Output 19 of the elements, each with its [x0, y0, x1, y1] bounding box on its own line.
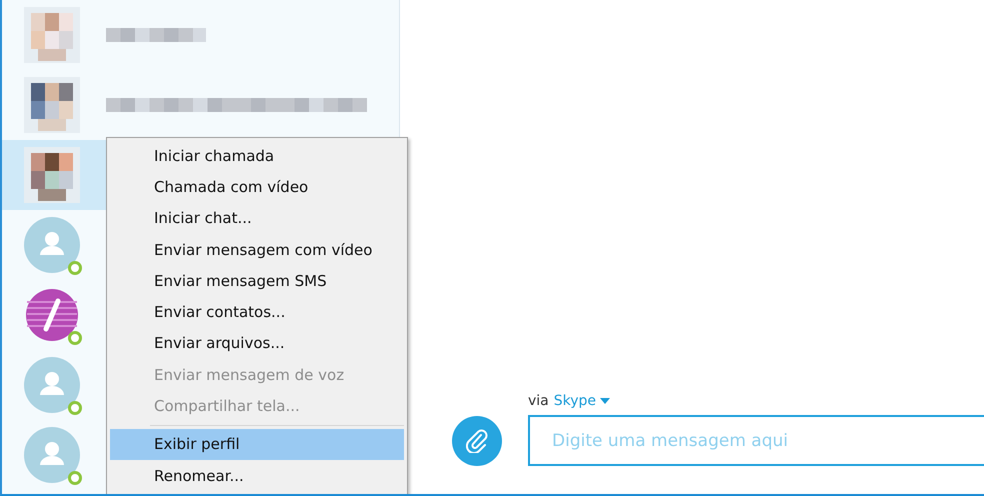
menu-item[interactable]: Iniciar chat...: [110, 202, 404, 234]
menu-item[interactable]: Enviar mensagem SMS: [110, 265, 404, 296]
avatar-icon: [24, 287, 80, 343]
via-label: via: [528, 393, 549, 409]
contact-item[interactable]: [2, 140, 106, 210]
avatar-icon: [24, 217, 80, 273]
attach-button[interactable]: [452, 416, 502, 466]
menu-item[interactable]: Exibir perfil: [110, 428, 404, 460]
paperclip-icon: [466, 428, 488, 452]
caret-icon: [600, 398, 610, 404]
menu-item[interactable]: Enviar contatos...: [110, 296, 404, 328]
avatar-icon: [24, 427, 80, 483]
avatar-icon: [24, 357, 80, 413]
menu-item[interactable]: Enviar mensagem com vídeo: [110, 234, 404, 266]
menu-item[interactable]: Iniciar chamada: [110, 140, 404, 172]
menu-item[interactable]: Chamada com vídeo: [110, 171, 404, 203]
message-field[interactable]: Digite uma mensagem aqui: [528, 415, 984, 466]
menu-item[interactable]: Enviar arquivos...: [110, 328, 404, 360]
menu-item[interactable]: Renomear...: [110, 460, 404, 492]
